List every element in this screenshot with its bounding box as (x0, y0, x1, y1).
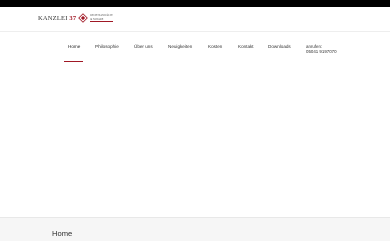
logo-wordmark-text: KANZLEI (38, 14, 68, 22)
logo-wordmark: KANZLEI 37 (38, 15, 76, 22)
nav-item-ueber-uns[interactable]: Über uns (134, 44, 153, 49)
phone-number[interactable]: 05041 9197070 (306, 49, 337, 54)
page-title-bar: Home (0, 217, 390, 241)
logo-emblem-icon (78, 13, 89, 23)
logo-subline: RECHTSANWÄLTE & NOTARE (90, 14, 113, 22)
top-bar (0, 0, 390, 7)
main-content-area (0, 62, 390, 217)
phone-contact[interactable]: anrufen: 05041 9197070 (306, 44, 337, 55)
site-logo[interactable]: KANZLEI 37 RECHTSANWÄLTE & NOTARE (38, 12, 113, 24)
nav-item-downloads[interactable]: Downloads (268, 44, 291, 49)
nav-item-kosten[interactable]: Kosten (208, 44, 222, 49)
nav-item-philosophie[interactable]: Philosophie (95, 44, 119, 49)
nav-item-kontakt[interactable]: Kontakt (238, 44, 254, 49)
logo-subline-2: & NOTARE (90, 17, 104, 21)
nav-item-neuigkeiten[interactable]: Neuigkeiten (168, 44, 192, 49)
nav-item-home[interactable]: Home (68, 44, 80, 49)
page-title: Home (52, 229, 73, 238)
logo-wordmark-number: 37 (69, 14, 77, 22)
